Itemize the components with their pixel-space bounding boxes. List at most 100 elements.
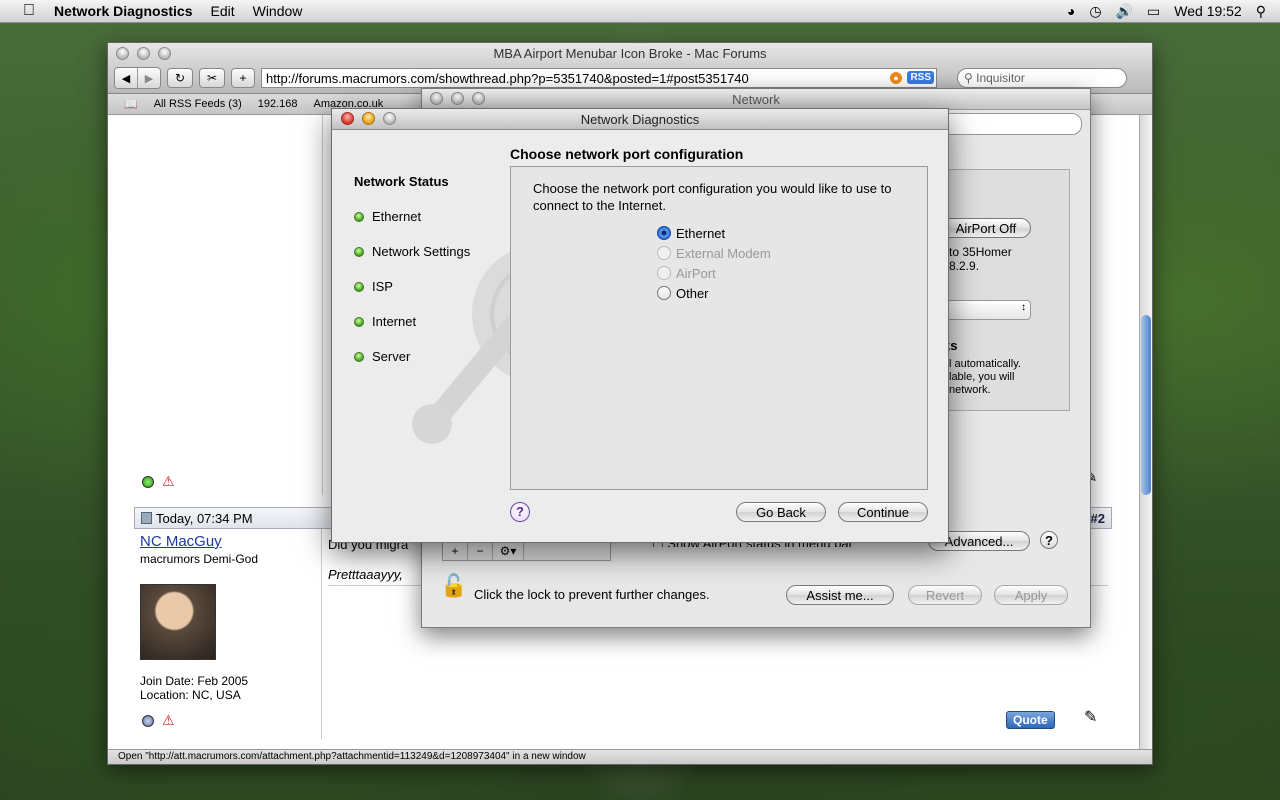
status-item-ethernet: Ethernet bbox=[354, 209, 470, 244]
status-item-label: Server bbox=[372, 349, 411, 364]
revert-button[interactable]: Revert bbox=[908, 585, 982, 605]
bookmark-192[interactable]: 192.168 bbox=[258, 98, 298, 110]
browser-toolbar: ◀ ▶ ↻ ✂ + http://forums.macrumors.com/sh… bbox=[114, 67, 1146, 89]
go-back-button[interactable]: Go Back bbox=[736, 502, 826, 522]
green-status-icon bbox=[354, 247, 364, 257]
airport-off-button[interactable]: AirPort Off bbox=[941, 218, 1031, 238]
status-item-label: Internet bbox=[372, 314, 417, 329]
address-bar[interactable]: http://forums.macrumors.com/showthread.p… bbox=[261, 68, 937, 88]
status-item-label: ISP bbox=[372, 279, 393, 294]
join-date: Join Date: Feb 2005 bbox=[140, 674, 249, 688]
option-other[interactable]: Other bbox=[657, 283, 771, 303]
time-machine-icon[interactable]: ◷ bbox=[1089, 3, 1101, 20]
network-name-select[interactable]: ↕ bbox=[943, 300, 1031, 320]
app-menu[interactable]: Network Diagnostics bbox=[54, 3, 192, 19]
reload-button[interactable]: ↻ bbox=[167, 68, 193, 88]
radio-selected-icon[interactable] bbox=[657, 226, 671, 240]
menubar-clock[interactable]: Wed 19:52 bbox=[1174, 3, 1241, 19]
add-bookmark-button[interactable]: + bbox=[231, 68, 255, 88]
search-value: Inquisitor bbox=[976, 71, 1025, 85]
network-search-field[interactable] bbox=[930, 113, 1082, 135]
multi-quote-icon-2[interactable]: ✎ bbox=[1084, 707, 1097, 727]
join-line-1: l automatically. bbox=[949, 358, 1021, 370]
service-controls-spacer bbox=[524, 542, 610, 560]
green-status-icon bbox=[354, 317, 364, 327]
option-airport: AirPort bbox=[657, 263, 771, 283]
continue-button[interactable]: Continue bbox=[838, 502, 928, 522]
option-external-modem: External Modem bbox=[657, 243, 771, 263]
add-service-button[interactable]: + bbox=[443, 542, 468, 560]
menubar-extras: ◕ ◷ 🔊 ▭ Wed 19:52 ⚲ bbox=[1067, 0, 1266, 22]
search-field[interactable]: ⚲ Inquisitor bbox=[957, 68, 1127, 88]
airport-status-line-2: 8.2.9. bbox=[949, 259, 980, 273]
wifi-icon[interactable]: ◕ bbox=[1067, 3, 1075, 19]
diagnostics-window: Network Diagnostics Network Status Ether… bbox=[331, 108, 949, 543]
back-button[interactable]: ◀ bbox=[115, 68, 137, 88]
airport-status-line-1: to 35Homer bbox=[949, 245, 1012, 259]
lock-text: Click the lock to prevent further change… bbox=[474, 587, 710, 602]
remove-service-button[interactable]: − bbox=[468, 542, 493, 560]
volume-icon[interactable]: 🔊 bbox=[1116, 3, 1133, 20]
post-icon bbox=[141, 512, 152, 524]
join-line-2: lable, you will bbox=[949, 371, 1015, 383]
forward-button[interactable]: ▶ bbox=[137, 68, 160, 88]
snippet-icon[interactable]: ✂ bbox=[199, 68, 225, 88]
post-date-text: Today, 07:34 PM bbox=[156, 510, 253, 526]
radio-disabled-icon bbox=[657, 246, 671, 260]
reader-icon[interactable]: ● bbox=[890, 72, 902, 84]
network-status-list: Ethernet Network Settings ISP Internet S… bbox=[354, 209, 470, 384]
status-item-server: Server bbox=[354, 349, 470, 384]
service-controls: + − ⚙▾ bbox=[442, 541, 611, 561]
username-link[interactable]: NC MacGuy bbox=[140, 533, 321, 550]
status-item-internet: Internet bbox=[354, 314, 470, 349]
report-post-icon[interactable]: ⚠ bbox=[162, 712, 175, 729]
post-body: Pretttaaayyy, bbox=[328, 567, 403, 582]
option-ethernet[interactable]: Ethernet bbox=[657, 223, 771, 243]
lock-icon[interactable]: 🔓 bbox=[440, 573, 467, 599]
option-label: External Modem bbox=[676, 245, 771, 261]
apple-menu-icon[interactable]:  bbox=[18, 2, 40, 20]
network-titlebar: Network bbox=[422, 89, 1090, 110]
menu-window[interactable]: Window bbox=[253, 3, 303, 19]
offline-indicator-icon bbox=[142, 714, 154, 727]
previous-post-sidebar bbox=[134, 115, 323, 495]
spotlight-icon[interactable]: ⚲ bbox=[1256, 3, 1266, 20]
gear-icon[interactable]: ⚙▾ bbox=[493, 542, 524, 560]
green-status-icon bbox=[354, 212, 364, 222]
status-item-isp: ISP bbox=[354, 279, 470, 314]
option-label: Ethernet bbox=[676, 225, 726, 241]
post-icons: ⚠ bbox=[142, 712, 175, 729]
network-help-button[interactable]: ? bbox=[1040, 531, 1058, 549]
location: Location: NC, USA bbox=[140, 688, 241, 702]
scroll-thumb[interactable] bbox=[1141, 315, 1151, 495]
status-item-network-settings: Network Settings bbox=[354, 244, 470, 279]
battery-icon[interactable]: ▭ bbox=[1147, 3, 1160, 20]
radio-icon[interactable] bbox=[657, 286, 671, 300]
green-status-icon bbox=[354, 282, 364, 292]
quote-button[interactable]: Quote bbox=[1006, 711, 1055, 729]
browser-title: MBA Airport Menubar Icon Broke - Mac For… bbox=[493, 46, 767, 61]
previous-post-icons: ⚠ bbox=[142, 473, 175, 490]
menu-edit[interactable]: Edit bbox=[210, 3, 234, 19]
report-icon[interactable]: ⚠ bbox=[162, 473, 175, 490]
diagnostics-help-button[interactable]: ? bbox=[510, 502, 530, 522]
apply-button[interactable]: Apply bbox=[994, 585, 1068, 605]
radio-disabled-icon bbox=[657, 266, 671, 280]
step-heading: Choose network port configuration bbox=[510, 146, 744, 162]
search-icon: ⚲ bbox=[964, 71, 977, 85]
assist-me-button[interactable]: Assist me... bbox=[786, 585, 894, 605]
join-line-3: network. bbox=[949, 384, 991, 396]
page-scrollbar[interactable] bbox=[1139, 115, 1152, 750]
bookmark-rss-feeds[interactable]: All RSS Feeds (3) bbox=[154, 98, 242, 110]
post-number[interactable]: #2 bbox=[1091, 511, 1105, 526]
book-icon[interactable]: 📖 bbox=[124, 98, 138, 111]
status-item-label: Ethernet bbox=[372, 209, 422, 224]
browser-titlebar: MBA Airport Menubar Icon Broke - Mac For… bbox=[108, 43, 1152, 94]
network-status-heading: Network Status bbox=[354, 174, 449, 189]
rss-button[interactable]: RSS bbox=[907, 71, 934, 84]
join-description: l automatically. lable, you will network… bbox=[949, 358, 1021, 397]
option-label: Other bbox=[676, 285, 709, 301]
post-date: Today, 07:34 PM bbox=[135, 511, 253, 526]
green-status-icon bbox=[354, 352, 364, 362]
address-text: http://forums.macrumors.com/showthread.p… bbox=[266, 70, 749, 86]
